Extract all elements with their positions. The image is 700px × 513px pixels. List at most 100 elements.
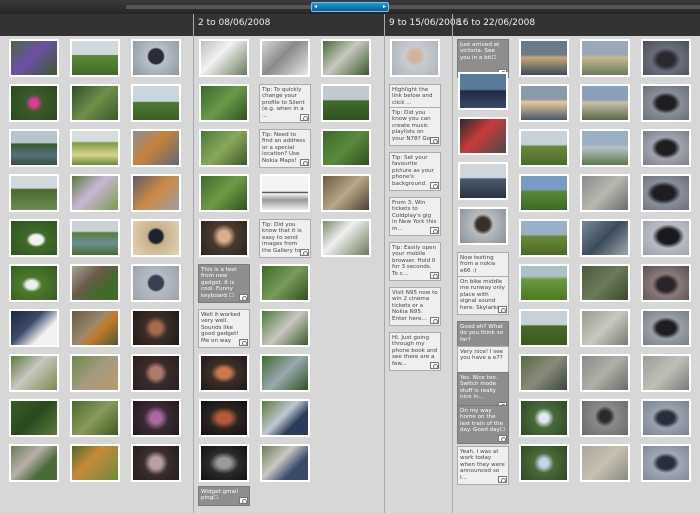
photo-thumbnail[interactable] [131,219,181,257]
photo-thumbnail[interactable] [321,84,371,122]
photo-thumbnail[interactable] [199,399,249,437]
photo-thumbnail[interactable] [580,354,630,392]
photo-thumbnail[interactable] [70,174,120,212]
message-card[interactable]: Well it worked very well. Sounds like go… [198,309,250,348]
message-card[interactable]: Tip: To quickly change your profile to S… [259,84,311,123]
photo-thumbnail[interactable] [641,399,691,437]
photo-thumbnail[interactable] [580,174,630,212]
photo-thumbnail[interactable] [260,399,310,437]
photo-thumbnail[interactable] [260,354,310,392]
photo-thumbnail[interactable] [9,129,59,167]
photo-thumbnail[interactable] [9,444,59,482]
photo-thumbnail[interactable] [131,264,181,302]
photo-thumbnail[interactable] [641,264,691,302]
photo-thumbnail[interactable] [519,309,569,347]
photo-thumbnail[interactable] [9,174,59,212]
photo-thumbnail[interactable] [260,444,310,482]
photo-thumbnail[interactable] [641,84,691,122]
photo-thumbnail[interactable] [580,444,630,482]
message-card[interactable]: Tip: Did you know you can create music p… [389,107,441,146]
photo-thumbnail[interactable] [70,39,120,77]
photo-thumbnail[interactable] [519,264,569,302]
photo-thumbnail[interactable] [641,174,691,212]
scroll-left-icon[interactable]: ◂ [314,3,317,11]
message-card[interactable]: Tip: Did you know that it is easy to sen… [259,219,311,258]
message-card[interactable]: This is a test from new gadget. It is co… [198,264,250,303]
scroll-right-icon[interactable]: ▸ [383,3,386,11]
photo-thumbnail[interactable] [260,264,310,302]
photo-thumbnail[interactable] [260,309,310,347]
photo-thumbnail[interactable] [199,84,249,122]
message-card[interactable]: Tip: Set your favourite picture as your … [389,152,441,191]
photo-thumbnail[interactable] [641,309,691,347]
message-card[interactable]: From 3: Win tickets to Coldplay's gig in… [389,197,441,236]
photo-thumbnail[interactable] [458,207,508,245]
photo-thumbnail[interactable] [70,354,120,392]
photo-thumbnail[interactable] [580,219,630,257]
photo-thumbnail[interactable] [131,39,181,77]
photo-thumbnail[interactable] [199,129,249,167]
photo-thumbnail[interactable] [641,354,691,392]
photo-thumbnail[interactable] [131,129,181,167]
photo-thumbnail[interactable] [519,129,569,167]
photo-thumbnail[interactable] [70,399,120,437]
photo-thumbnail[interactable] [70,444,120,482]
photo-thumbnail[interactable] [9,264,59,302]
photo-thumbnail[interactable] [519,174,569,212]
photo-thumbnail[interactable] [519,399,569,437]
photo-thumbnail[interactable] [641,129,691,167]
photo-thumbnail[interactable] [519,354,569,392]
photo-thumbnail[interactable] [580,399,630,437]
photo-thumbnail[interactable] [131,84,181,122]
photo-thumbnail[interactable] [641,39,691,77]
message-card[interactable]: On bike middle me runway only place with… [457,276,509,315]
photo-thumbnail[interactable] [70,309,120,347]
message-card[interactable]: Yeah. I was at work today when they were… [457,446,509,485]
photo-thumbnail[interactable] [70,264,120,302]
message-card[interactable]: Tip: Easily open your mobile browser. Ho… [389,242,441,281]
photo-thumbnail[interactable] [9,219,59,257]
timeline-scrubber[interactable]: ◂ ▸ [311,2,389,12]
photo-thumbnail[interactable] [131,174,181,212]
message-card[interactable]: Widget gmail ping☐ [198,486,250,506]
photo-thumbnail[interactable] [641,444,691,482]
photo-thumbnail[interactable] [9,399,59,437]
photo-thumbnail[interactable] [131,309,181,347]
photo-thumbnail[interactable] [70,219,120,257]
message-card[interactable]: Visit N95 now to win 2 cinema tickets or… [389,287,441,326]
photo-thumbnail[interactable] [199,444,249,482]
photo-thumbnail[interactable] [458,72,508,110]
photo-thumbnail[interactable] [580,84,630,122]
photo-thumbnail[interactable] [519,84,569,122]
photo-thumbnail[interactable] [580,39,630,77]
photo-thumbnail[interactable] [199,354,249,392]
photo-thumbnail[interactable] [9,309,59,347]
photo-thumbnail[interactable] [70,84,120,122]
message-card[interactable]: Hi. Just going through my phone book and… [389,332,441,371]
photo-thumbnail[interactable] [321,174,371,212]
photo-thumbnail[interactable] [321,39,371,77]
message-card[interactable]: On my way home on the last train of the … [457,405,509,444]
photo-thumbnail[interactable] [519,39,569,77]
photo-thumbnail[interactable] [458,162,508,200]
photo-thumbnail[interactable] [70,129,120,167]
photo-thumbnail[interactable] [131,399,181,437]
photo-thumbnail[interactable] [199,39,249,77]
photo-thumbnail[interactable] [641,219,691,257]
photo-thumbnail[interactable] [580,264,630,302]
photo-thumbnail[interactable] [260,174,310,212]
photo-thumbnail[interactable] [321,219,371,257]
photo-thumbnail[interactable] [519,444,569,482]
photo-thumbnail[interactable] [9,354,59,392]
photo-thumbnail[interactable] [519,219,569,257]
photo-thumbnail[interactable] [199,219,249,257]
photo-thumbnail[interactable] [131,444,181,482]
photo-thumbnail[interactable] [260,39,310,77]
timeline-bar[interactable]: ◂ ▸ [0,0,700,14]
photo-thumbnail[interactable] [321,129,371,167]
photo-thumbnail[interactable] [580,129,630,167]
photo-thumbnail[interactable] [9,84,59,122]
photo-thumbnail[interactable] [9,39,59,77]
photo-thumbnail[interactable] [580,309,630,347]
photo-thumbnail[interactable] [199,174,249,212]
